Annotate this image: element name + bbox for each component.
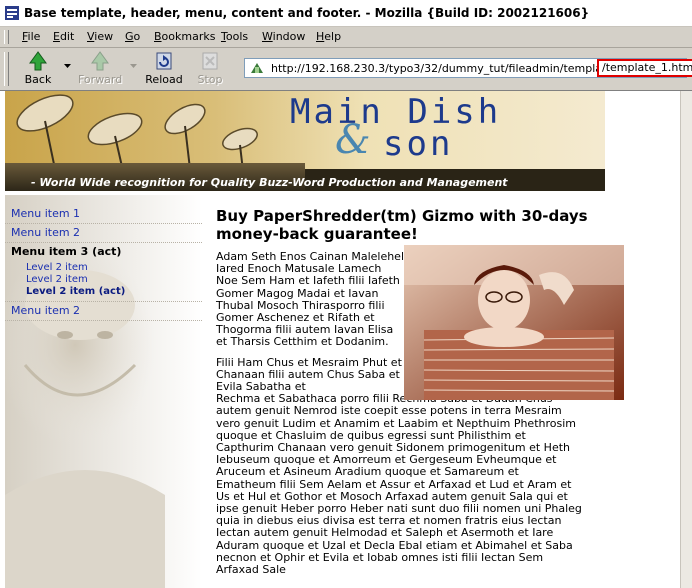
submenu-item-2[interactable]: Level 2 item: [5, 274, 202, 286]
article-paragraph-1: Adam Seth Enos Cainan Malelehel Iared En…: [216, 250, 405, 349]
back-dropdown-arrow-icon[interactable]: [64, 64, 71, 69]
stop-icon: [202, 52, 218, 70]
article-paragraph-3: Rechma et Sabathaca porro filii Rechma S…: [216, 392, 582, 577]
menu-view[interactable]: View: [87, 30, 113, 43]
banner-tagline: - World Wide recognition for Quality Buz…: [31, 176, 508, 189]
submenu-item-1[interactable]: Level 2 item: [5, 262, 202, 274]
article-photo: [404, 245, 624, 400]
url-text: http://192.168.230.3/typo3/32/dummy_tut/…: [271, 62, 599, 75]
forward-button[interactable]: Forward: [78, 50, 122, 88]
url-highlight-box: /template_1.html: [597, 59, 692, 77]
article-headline: Buy PaperShredder(tm) Gizmo with 30-days…: [216, 207, 588, 243]
submenu: Level 2 item Level 2 item Level 2 item (…: [5, 261, 202, 302]
page-favicon: [251, 63, 263, 73]
stop-button[interactable]: Stop: [194, 50, 226, 88]
url-bar[interactable]: http://192.168.230.3/typo3/32/dummy_tut/…: [244, 58, 692, 78]
reload-button[interactable]: Reload: [144, 50, 184, 88]
menu-item-1[interactable]: Menu item 1: [5, 205, 202, 224]
menu-item-3-active[interactable]: Menu item 3 (act): [5, 243, 202, 261]
back-arrow-icon: [29, 51, 47, 71]
side-menu: Menu item 1 Menu item 2 Menu item 3 (act…: [5, 205, 202, 321]
page-content: Main Dish & son - World Wide recognition…: [0, 91, 680, 588]
menubar-grip: [4, 30, 9, 44]
vertical-scrollbar[interactable]: [680, 91, 692, 588]
reload-icon: [156, 52, 172, 70]
forward-dropdown-arrow-icon[interactable]: [130, 64, 137, 69]
menu-window[interactable]: Window: [262, 30, 305, 43]
menu-bar: File Edit View Go Bookmarks Tools Window…: [0, 27, 692, 48]
menu-item-2[interactable]: Menu item 2: [5, 224, 202, 243]
header-banner: Main Dish & son - World Wide recognition…: [5, 91, 605, 191]
back-button[interactable]: Back: [20, 50, 56, 88]
menu-file[interactable]: File: [22, 30, 40, 43]
window-title: Base template, header, menu, content and…: [24, 6, 590, 20]
toolbar-grip: [4, 52, 9, 86]
article-paragraph-2: Filii Ham Chus et Mesraim Phut et Chanaa…: [216, 355, 402, 394]
banner-ampersand: &: [335, 117, 371, 163]
submenu-item-3-active[interactable]: Level 2 item (act): [5, 286, 202, 298]
menu-bookmarks[interactable]: Bookmarks: [154, 30, 215, 43]
menu-tools[interactable]: Tools: [221, 30, 248, 43]
left-column: Menu item 1 Menu item 2 Menu item 3 (act…: [5, 195, 202, 588]
menu-go[interactable]: Go: [125, 30, 140, 43]
banner-title-line2: son: [383, 124, 453, 164]
menu-edit[interactable]: Edit: [53, 30, 74, 43]
menu-help[interactable]: Help: [316, 30, 341, 43]
main-content: Buy PaperShredder(tm) Gizmo with 30-days…: [216, 207, 624, 577]
title-bar: Base template, header, menu, content and…: [0, 0, 692, 27]
forward-arrow-icon: [91, 51, 109, 71]
app-icon: [5, 6, 19, 20]
menu-item-4[interactable]: Menu item 2: [5, 302, 202, 321]
